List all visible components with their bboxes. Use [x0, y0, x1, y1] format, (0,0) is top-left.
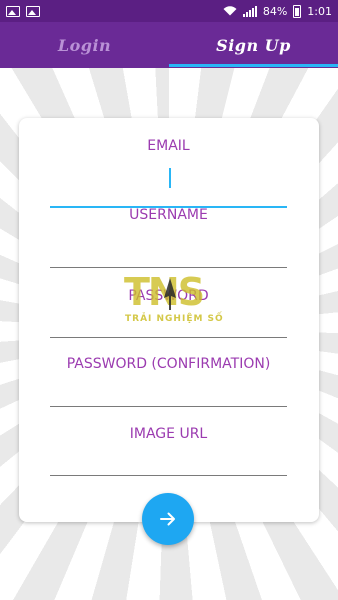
wifi-icon	[223, 6, 237, 16]
email-label: EMAIL	[147, 138, 190, 154]
password-confirm-field[interactable]: PASSWORD (CONFIRMATION)	[50, 356, 287, 407]
signal-icon	[242, 5, 257, 17]
tns-watermark: TNS TRẢI NGHIỆM SỐ	[112, 270, 224, 330]
status-bar-left	[6, 5, 40, 17]
password-confirm-underline	[50, 406, 287, 407]
image-url-underline	[50, 475, 287, 476]
tab-bar: Login Sign Up	[0, 22, 338, 68]
text-caret	[169, 168, 171, 188]
username-underline	[50, 267, 287, 268]
password-underline	[50, 337, 287, 338]
battery-percent: 84%	[262, 4, 288, 18]
clock: 1:01	[307, 4, 332, 18]
image-icon	[26, 5, 40, 17]
image-url-field[interactable]: IMAGE URL	[50, 426, 287, 476]
image-icon	[6, 5, 20, 17]
battery-icon	[293, 4, 302, 18]
watermark-tagline: TRẢI NGHIỆM SỐ	[125, 314, 224, 324]
username-field[interactable]: USERNAME	[50, 207, 287, 268]
status-bar: 84% 1:01	[0, 0, 338, 22]
cursor-mark-icon	[164, 278, 176, 310]
tab-sign-up[interactable]: Sign Up	[169, 22, 338, 68]
active-tab-indicator	[169, 64, 338, 67]
email-field[interactable]: EMAIL	[50, 138, 287, 208]
tab-login[interactable]: Login	[0, 22, 169, 68]
status-bar-right: 84% 1:01	[223, 4, 332, 18]
submit-button[interactable]	[142, 493, 194, 545]
arrow-right-icon	[160, 512, 175, 526]
username-label: USERNAME	[129, 207, 208, 223]
image-url-label: IMAGE URL	[129, 426, 208, 442]
password-confirm-label: PASSWORD (CONFIRMATION)	[66, 356, 271, 372]
